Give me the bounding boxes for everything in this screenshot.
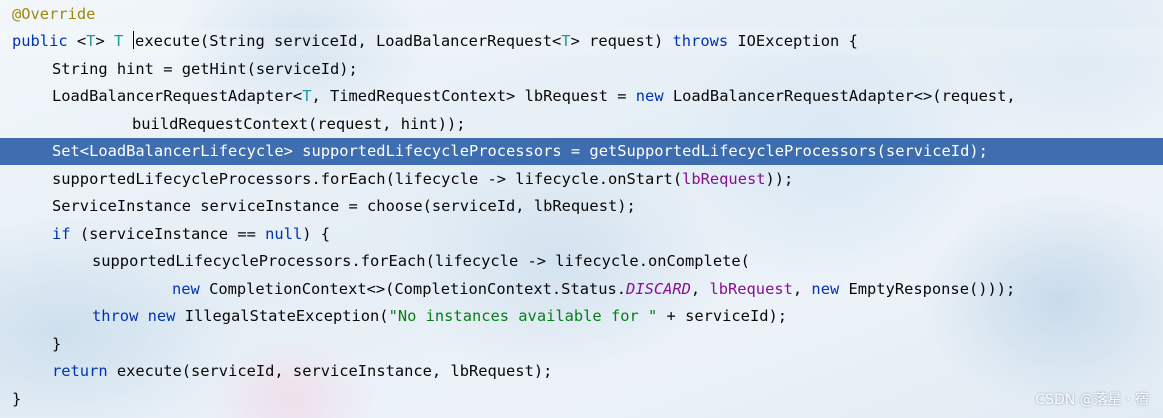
keyword-token: new — [147, 307, 176, 325]
code-token: , TimedRequestContext> lbRequest = — [311, 87, 636, 105]
code-token: CompletionContext<>(CompletionContext.St… — [199, 280, 627, 298]
code-line-4[interactable]: LoadBalancerRequestAdapter<T, TimedReque… — [0, 83, 1163, 110]
keyword-token: new — [635, 87, 664, 105]
code-token: LoadBalancerRequestAdapter<>(request, — [663, 87, 1016, 105]
code-token: < — [67, 32, 87, 50]
code-token: > — [95, 32, 114, 50]
code-token: } — [52, 335, 62, 353]
code-line-9[interactable]: if (serviceInstance == null) { — [0, 221, 1163, 248]
code-token: (serviceInstance == — [70, 225, 266, 243]
code-token: (String serviceId, LoadBalancerRequest< — [199, 32, 562, 50]
keyword-token: throws — [672, 32, 729, 50]
code-line-12[interactable]: throw new IllegalStateException("No inst… — [0, 303, 1163, 330]
keyword-token: new — [172, 280, 200, 298]
code-line-7[interactable]: supportedLifecycleProcessors.forEach(lif… — [0, 166, 1163, 193]
code-token: , — [690, 280, 710, 298]
code-line-3[interactable]: String hint = getHint(serviceId); — [0, 56, 1163, 83]
enum-constant-token: DISCARD — [626, 280, 691, 298]
code-line-10[interactable]: supportedLifecycleProcessors.forEach(lif… — [0, 248, 1163, 275]
code-token: + serviceId); — [657, 307, 788, 325]
code-token: )); — [765, 170, 794, 188]
code-token: > request) — [570, 32, 673, 50]
variable-token: lbRequest — [682, 170, 766, 188]
code-token: } — [12, 390, 22, 408]
code-token: ServiceInstance serviceInstance = choose… — [52, 197, 636, 215]
csdn-watermark: CSDN @落星 · 宿 — [1035, 392, 1149, 408]
code-token: supportedLifecycleProcessors.forEach(lif… — [92, 252, 750, 270]
code-line-2[interactable]: public <T> T execute(String serviceId, L… — [0, 28, 1163, 55]
code-line-5[interactable]: buildRequestContext(request, hint)); — [0, 111, 1163, 138]
code-line-6-selected[interactable]: Set<LoadBalancerLifecycle> supportedLife… — [0, 138, 1163, 165]
keyword-token: public — [12, 32, 68, 50]
code-token: supportedLifecycleProcessors.forEach(lif… — [52, 170, 683, 188]
code-line-8[interactable]: ServiceInstance serviceInstance = choose… — [0, 193, 1163, 220]
code-line-15[interactable]: } — [0, 386, 1163, 413]
type-param-token: T — [113, 32, 124, 50]
keyword-token: null — [265, 225, 303, 243]
code-line-14[interactable]: return execute(serviceId, serviceInstanc… — [0, 358, 1163, 385]
code-token: EmptyResponse())); — [839, 280, 1016, 298]
code-token: LoadBalancerRequestAdapter< — [52, 87, 303, 105]
code-line-11[interactable]: new CompletionContext<>(CompletionContex… — [0, 276, 1163, 303]
type-param-token: T — [561, 32, 571, 50]
code-token: execute(serviceId, serviceInstance, lbRe… — [107, 362, 553, 380]
code-token: ) { — [302, 225, 331, 243]
code-token: buildRequestContext(request, hint)); — [132, 115, 466, 133]
code-token: IOException { — [728, 32, 858, 50]
code-line-13[interactable]: } — [0, 331, 1163, 358]
keyword-token: if — [52, 225, 71, 243]
string-literal-token: "No instances available for " — [388, 307, 658, 325]
annotation-token: @Override — [12, 5, 96, 23]
keyword-token: new — [811, 280, 840, 298]
method-name-token: execute — [135, 32, 200, 50]
code-token: , — [792, 280, 812, 298]
variable-token: lbRequest — [709, 280, 793, 298]
code-editor[interactable]: @Override public <T> T execute(String se… — [0, 0, 1163, 418]
text-caret — [132, 31, 135, 49]
code-token: Set<LoadBalancerLifecycle> supportedLife… — [52, 142, 988, 160]
code-token: IllegalStateException( — [175, 307, 389, 325]
keyword-token: return — [52, 362, 108, 380]
keyword-token: throw — [92, 307, 139, 325]
code-line-1[interactable]: @Override — [0, 1, 1163, 28]
code-token: String hint = getHint(serviceId); — [52, 60, 358, 78]
